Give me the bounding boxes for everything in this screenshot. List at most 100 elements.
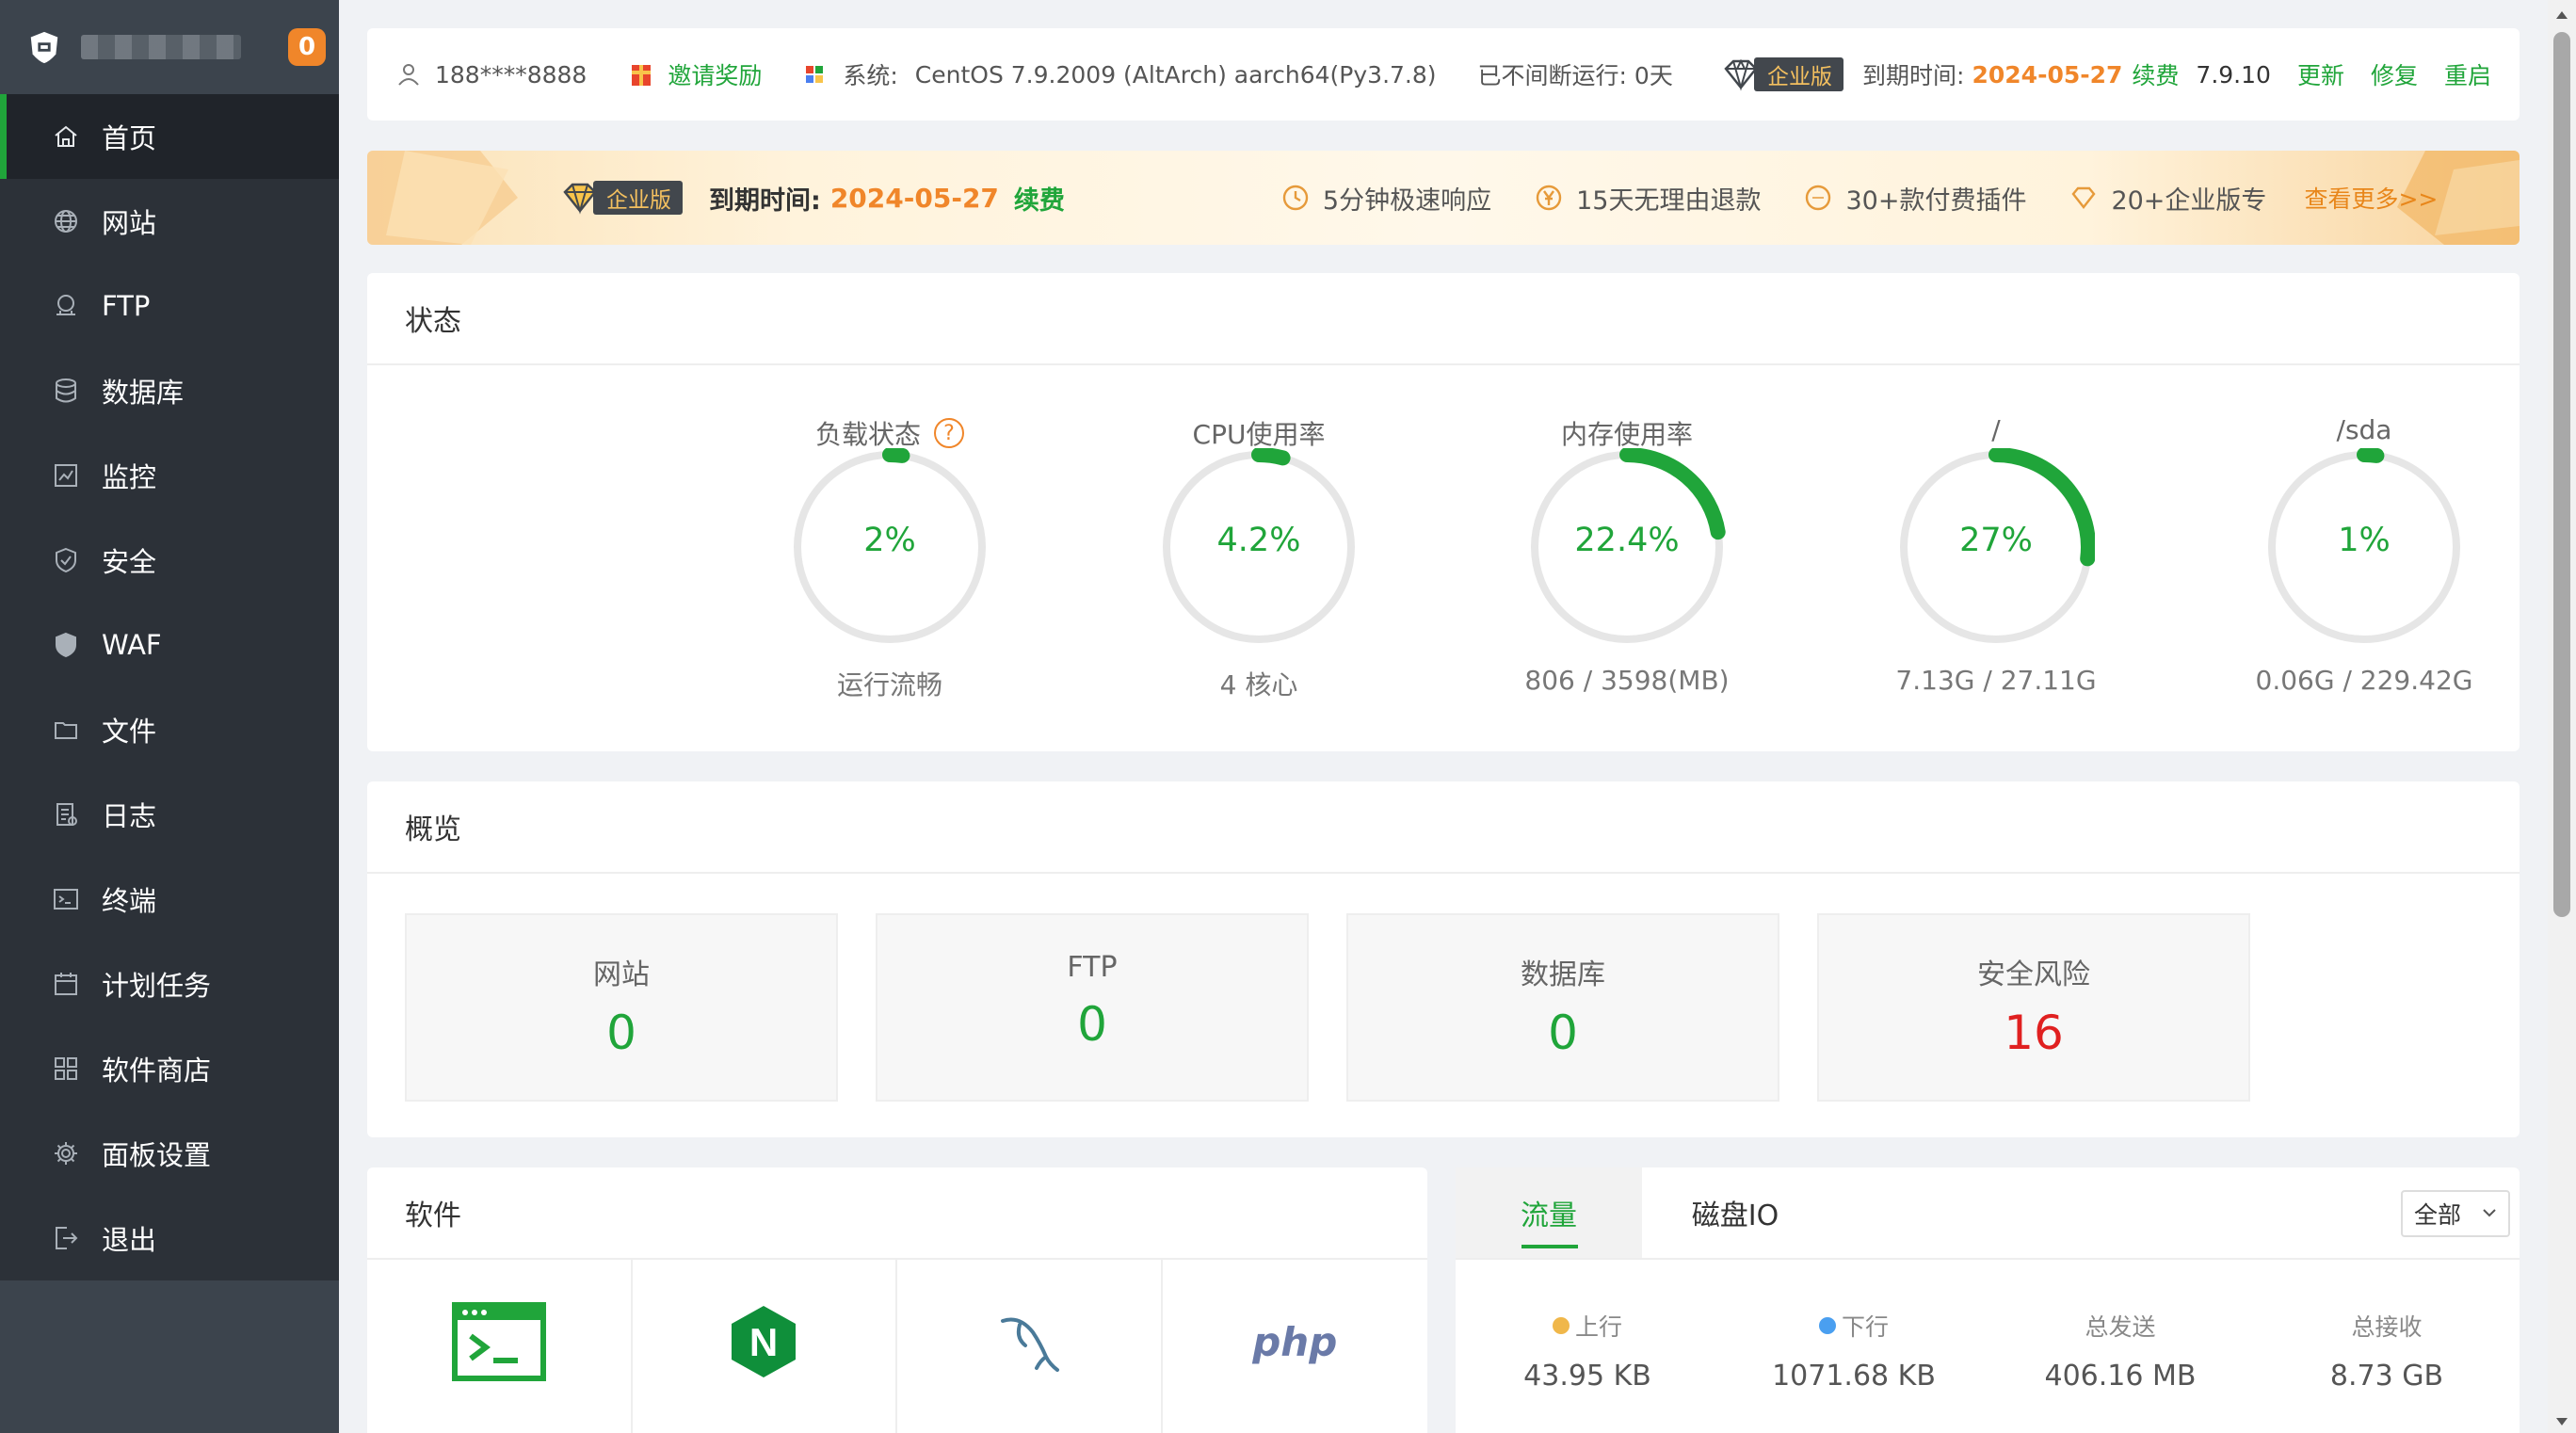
sidebar-item-app-store[interactable]: 软件商店: [0, 1026, 339, 1111]
status-title: 状态: [367, 273, 2520, 365]
overview-count: 0: [1077, 997, 1107, 1052]
home-icon: [51, 121, 81, 152]
calendar-icon: [51, 969, 81, 999]
stat-value: 406.16 MB: [2044, 1360, 2197, 1393]
software-terminal[interactable]: [367, 1260, 633, 1433]
mysql-dolphin-icon: [1000, 1317, 1059, 1372]
sidebar-item-label: 安全: [102, 546, 157, 578]
software-php[interactable]: php: [1163, 1260, 1428, 1433]
banner-feature-enterprise: 20+企业版专: [2068, 180, 2266, 217]
sidebar-item-label: WAF: [102, 629, 162, 661]
overview-box-ftp[interactable]: FTP 0: [876, 913, 1309, 1102]
terminal-icon: [51, 884, 81, 914]
page-scrollbar[interactable]: [2548, 0, 2576, 1433]
folder-icon: [51, 715, 81, 745]
sidebar-item-terminal[interactable]: 终端: [0, 857, 339, 942]
logout-icon: [51, 1223, 81, 1253]
tab-traffic[interactable]: 流量: [1456, 1167, 1642, 1258]
software-mysql[interactable]: [897, 1260, 1163, 1433]
gauge-value: 27%: [1959, 522, 2033, 559]
gauge-subtitle: 806 / 3598(MB): [1524, 665, 1730, 696]
restart-button[interactable]: 重启: [2444, 57, 2491, 91]
gauge-title: CPU使用率: [1192, 419, 1326, 450]
sidebar-item-waf[interactable]: WAF: [0, 603, 339, 687]
status-panel: 状态 负载状态? 2% 运行流畅 CPU使用率 4.2% 4 核心 内存使用率 …: [367, 273, 2520, 751]
sidebar-item-logout[interactable]: 退出: [0, 1196, 339, 1280]
system-icon: [806, 66, 824, 83]
shield-icon: [51, 630, 81, 660]
banner-content: 企业版 到期时间: 2024-05-27 续费 5分钟极速响应 15天无理由退款…: [367, 180, 2520, 217]
ftp-icon: [51, 291, 81, 321]
update-button[interactable]: 更新: [2297, 57, 2344, 91]
repair-button[interactable]: 修复: [2371, 57, 2418, 91]
notification-badge[interactable]: 0: [288, 28, 326, 66]
top-info-bar: 188****8888 邀请奖励 系统: CentOS 7.9.2009 (Al…: [367, 28, 2520, 121]
help-icon[interactable]: ?: [934, 418, 964, 448]
gauge-value: 22.4%: [1574, 522, 1680, 559]
enterprise-badge[interactable]: 企业版: [1724, 57, 1844, 91]
tab-disk-io[interactable]: 磁盘IO: [1642, 1167, 1828, 1258]
sidebar-item-label: 文件: [102, 716, 157, 748]
software-nginx[interactable]: N: [633, 1260, 897, 1433]
sidebar-item-security[interactable]: 安全: [0, 518, 339, 603]
banner-renew-link[interactable]: 续费: [1014, 180, 1065, 217]
sidebar-item-label: 退出: [102, 1224, 157, 1256]
sidebar-menu: 首页 网站 FTP 数据库 监控 安全 WAF 文件 日志 终端 计划任务 软件…: [0, 94, 339, 1280]
network-select[interactable]: 全部: [2401, 1190, 2510, 1237]
overview-box-database[interactable]: 数据库 0: [1346, 913, 1779, 1102]
overview-title: 概览: [367, 781, 2520, 874]
stat-value: 1071.68 KB: [1772, 1360, 1936, 1393]
sidebar-item-label: 网站: [102, 207, 157, 239]
overview-panel: 概览 网站 0 FTP 0 数据库 0 安全风险 16: [367, 781, 2520, 1137]
username-blurred[interactable]: [81, 35, 241, 59]
scrollbar-thumb[interactable]: [2553, 32, 2570, 917]
sidebar-item-panel-settings[interactable]: 面板设置: [0, 1111, 339, 1196]
sidebar-item-cron[interactable]: 计划任务: [0, 942, 339, 1026]
banner-enterprise-label: 企业版: [606, 188, 671, 213]
sidebar-item-logs[interactable]: 日志: [0, 772, 339, 857]
gauge-title: /: [1991, 414, 2001, 445]
version-number: 7.9.10: [2196, 60, 2271, 89]
php-logo-icon: php: [1252, 1318, 1338, 1365]
banner-feature-response: 5分钟极速响应: [1280, 180, 1491, 217]
apps-icon: [51, 1054, 81, 1084]
sidebar-item-website[interactable]: 网站: [0, 179, 339, 264]
logo-icon: [30, 31, 58, 64]
banner-more-link[interactable]: 查看更多>>: [2304, 181, 2438, 215]
gauge-value: 1%: [2338, 522, 2391, 559]
stat-label: 总发送: [2085, 1313, 2156, 1341]
gauge-title: 内存使用率: [1560, 419, 1693, 450]
top-right-group: 企业版 到期时间: 2024-05-27 续费 7.9.10 更新 修复 重启: [1716, 57, 2491, 91]
overview-label: FTP: [1067, 951, 1118, 984]
scroll-up-arrow-icon[interactable]: [2554, 9, 2569, 21]
sidebar-item-monitor[interactable]: 监控: [0, 433, 339, 518]
stat-total-received: 总接收 8.73 GB: [2255, 1309, 2519, 1393]
renew-link[interactable]: 续费: [2132, 57, 2179, 91]
diamond-icon: [563, 183, 597, 215]
overview-count: 16: [2004, 1006, 2064, 1060]
stat-value: 8.73 GB: [2329, 1360, 2444, 1393]
sidebar-item-database[interactable]: 数据库: [0, 348, 339, 433]
sidebar-item-home[interactable]: 首页: [0, 94, 339, 179]
gauge-subtitle: 运行流畅: [836, 669, 942, 700]
enterprise-banner[interactable]: 企业版 到期时间: 2024-05-27 续费 5分钟极速响应 15天无理由退款…: [367, 151, 2520, 245]
sidebar-item-label: FTP: [102, 290, 151, 322]
sidebar-item-files[interactable]: 文件: [0, 687, 339, 772]
overview-box-website[interactable]: 网站 0: [405, 913, 838, 1102]
scroll-down-arrow-icon[interactable]: [2554, 1416, 2569, 1427]
gift-icon: [632, 65, 652, 86]
expire-label: 到期时间:: [1862, 62, 1965, 89]
user-phone: 188****8888: [435, 60, 588, 89]
sidebar-item-label: 软件商店: [102, 1055, 212, 1087]
upload-dot-icon: [1552, 1317, 1570, 1334]
network-select-value: 全部: [2414, 1201, 2462, 1229]
user-info[interactable]: 188****8888: [395, 61, 587, 89]
sidebar-item-ftp[interactable]: FTP: [0, 264, 339, 348]
uptime: 已不间断运行: 0天: [1477, 62, 1673, 89]
stat-label: 下行: [1841, 1313, 1889, 1341]
overview-box-security-risk[interactable]: 安全风险 16: [1817, 913, 2250, 1102]
sidebar-item-label: 日志: [102, 800, 157, 832]
feature-label: 30+款付费插件: [1845, 185, 2027, 216]
invite-reward-label: 邀请奖励: [668, 62, 763, 89]
invite-reward-link[interactable]: 邀请奖励: [628, 57, 762, 91]
